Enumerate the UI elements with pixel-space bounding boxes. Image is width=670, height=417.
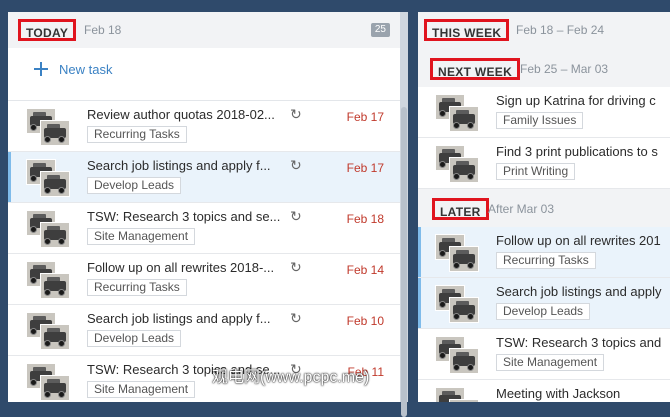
this-week-header: THIS WEEK Feb 18 – Feb 24 [418,12,670,48]
task-row[interactable]: Search job listings and apply f... ↻ Feb… [8,152,402,203]
task-tag[interactable]: Site Management [87,381,196,398]
task-tag[interactable]: Recurring Tasks [87,126,187,143]
avatar [435,234,480,272]
task-title: Review author quotas 2018-02... [87,107,275,122]
task-row[interactable]: Meeting with Jackson [418,380,670,402]
task-title: TSW: Research 3 topics and se... [87,209,281,224]
task-tag[interactable]: Print Writing [496,163,576,180]
task-title: Meeting with Jackson [496,386,621,401]
refresh-icon: ↻ [290,310,302,326]
refresh-icon: ↻ [290,157,302,173]
next-week-header: NEXT WEEK Feb 25 – Mar 03 [418,51,670,87]
scrollbar[interactable] [400,12,408,417]
avatar [435,145,480,183]
refresh-icon: ↻ [290,259,302,275]
top-bar [0,0,670,12]
task-title: Search job listings and apply [496,284,662,299]
new-task-button[interactable]: New task [8,48,402,101]
today-column: TODAY Feb 18 25 New task Review author q… [8,12,402,402]
task-tag[interactable]: Recurring Tasks [496,252,596,269]
avatar [26,312,71,350]
task-tag[interactable]: Develop Leads [496,303,591,320]
section-date: Feb 18 – Feb 24 [516,23,605,37]
task-row[interactable]: Find 3 print publications to s Print Wri… [418,138,670,189]
new-task-label: New task [59,62,113,77]
plus-icon [34,62,48,76]
task-title: Follow up on all rewrites 2018-... [87,260,275,275]
later-header: LATER After Mar 03 [418,191,670,227]
task-row[interactable]: Follow up on all rewrites 201 Recurring … [418,227,670,278]
task-tag[interactable]: Site Management [87,228,196,245]
task-row[interactable]: TSW: Research 3 topics and se... ↻ Feb 1… [8,203,402,254]
section-date: Feb 25 – Mar 03 [520,62,609,76]
watermark: 观电网(www.pcpc.me) [212,369,370,386]
task-date: Feb 10 [346,314,384,328]
task-row[interactable]: Review author quotas 2018-02... ↻ Feb 17… [8,101,402,152]
upcoming-column: THIS WEEK Feb 18 – Feb 24 NEXT WEEK Feb … [418,12,670,402]
task-row[interactable]: Sign up Katrina for driving c Family Iss… [418,87,670,138]
task-title: Find 3 print publications to s [496,144,658,159]
task-tag[interactable]: Recurring Tasks [87,279,187,296]
count-badge: 25 [370,23,390,37]
avatar [26,108,71,146]
refresh-icon: ↻ [290,208,302,224]
avatar [435,336,480,374]
task-title: Search job listings and apply f... [87,158,271,173]
task-date: Feb 17 [346,161,384,175]
avatar [435,94,480,132]
task-row[interactable]: TSW: Research 3 topics and Site Manageme… [418,329,670,380]
section-title: NEXT WEEK [430,58,521,80]
avatar [435,387,480,402]
avatar [26,261,71,299]
task-tag[interactable]: Family Issues [496,112,584,129]
section-title: LATER [432,198,489,220]
task-date: Feb 18 [346,212,384,226]
task-title: TSW: Research 3 topics and [496,335,662,350]
scrollbar-thumb[interactable] [401,107,407,417]
section-title: TODAY [18,19,77,41]
task-title: Sign up Katrina for driving c [496,93,656,108]
section-title: THIS WEEK [424,19,510,41]
task-row[interactable]: Search job listings and apply f... ↻ Feb… [8,305,402,356]
task-row[interactable]: Follow up on all rewrites 2018-... ↻ Feb… [8,254,402,305]
avatar [435,285,480,323]
section-date: After Mar 03 [488,202,555,216]
avatar [26,159,71,197]
avatar [26,210,71,248]
task-tag[interactable]: Develop Leads [87,330,182,347]
task-row[interactable]: Search job listings and apply Develop Le… [418,278,670,329]
today-header: TODAY Feb 18 25 [8,12,402,48]
task-date: Feb 17 [346,110,384,124]
task-title: Search job listings and apply f... [87,311,271,326]
task-tag[interactable]: Site Management [496,354,605,371]
avatar [26,363,71,401]
section-date: Feb 18 [84,23,122,37]
task-tag[interactable]: Develop Leads [87,177,182,194]
task-date: Feb 14 [346,263,384,277]
refresh-icon: ↻ [290,106,302,122]
task-title: Follow up on all rewrites 201 [496,233,661,248]
